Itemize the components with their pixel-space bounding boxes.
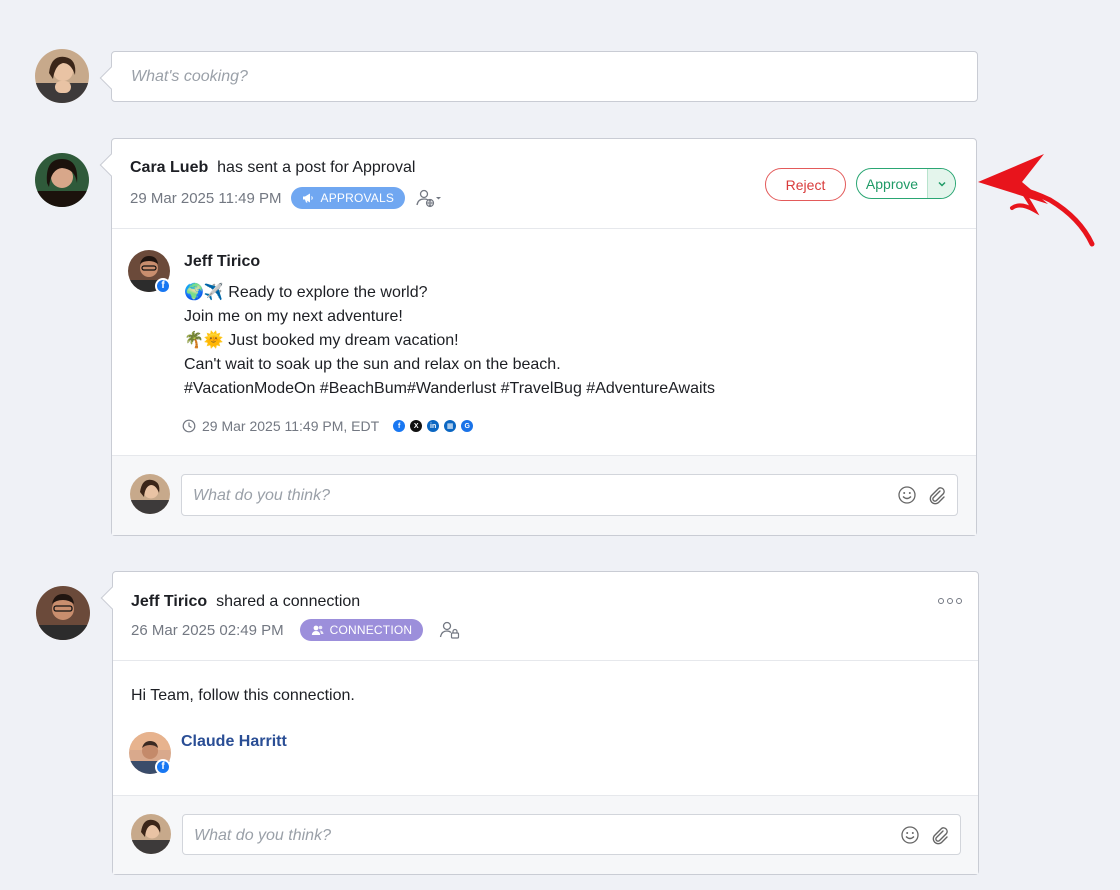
facebook-badge-icon: f bbox=[155, 759, 171, 775]
attachment-icon[interactable] bbox=[927, 485, 947, 505]
post-line: Can't wait to soak up the sun and relax … bbox=[184, 356, 561, 373]
linkedin-icon: in bbox=[427, 420, 440, 432]
linkedin-page-icon: ▦ bbox=[444, 420, 457, 432]
action-text: has sent a post for Approval bbox=[217, 159, 416, 176]
facebook-badge-icon: f bbox=[155, 278, 171, 294]
google-business-icon: G bbox=[461, 420, 474, 432]
approvals-badge-label: APPROVALS bbox=[320, 191, 395, 205]
sender-name[interactable]: Cara Lueb bbox=[130, 159, 208, 176]
emoji-icon[interactable] bbox=[897, 485, 917, 505]
comment-bar: What do you think? bbox=[112, 455, 976, 535]
current-user-avatar bbox=[35, 49, 89, 103]
facebook-icon: f bbox=[393, 420, 406, 432]
post-line: #VacationModeOn #BeachBum#Wanderlust #Tr… bbox=[184, 380, 715, 397]
sender-name[interactable]: Jeff Tirico bbox=[131, 593, 207, 610]
post-line: 🌍✈️ Ready to explore the world? bbox=[184, 284, 428, 301]
post-author-name[interactable]: Jeff Tirico bbox=[184, 253, 260, 271]
comment-placeholder: What do you think? bbox=[194, 827, 331, 844]
action-text: shared a connection bbox=[216, 593, 361, 610]
connection-badge: CONNECTION bbox=[299, 619, 424, 641]
connection-message: Hi Team, follow this connection. bbox=[131, 687, 355, 704]
post-line: 🌴🌞 Just booked my dream vacation! bbox=[184, 332, 459, 349]
emoji-icon[interactable] bbox=[900, 825, 920, 845]
connection-post-card: Jeff Tirico shared a connection 26 Mar 2… bbox=[100, 571, 979, 875]
comment-placeholder: What do you think? bbox=[193, 487, 330, 504]
network-icons: f Xin ▦ G bbox=[393, 420, 474, 432]
users-icon bbox=[311, 625, 324, 635]
approve-button[interactable]: Approve bbox=[856, 168, 956, 199]
attachment-icon[interactable] bbox=[930, 825, 950, 845]
compose-placeholder: What's cooking? bbox=[131, 68, 248, 85]
post-line: Join me on my next adventure! bbox=[184, 308, 403, 325]
post-header: Cara Lueb has sent a post for Approval 2… bbox=[112, 139, 976, 229]
approvals-badge: APPROVALS bbox=[291, 187, 406, 209]
post-timestamp: 29 Mar 2025 11:49 PM bbox=[130, 189, 282, 207]
more-options-icon[interactable] bbox=[938, 598, 962, 604]
post-content: 🌍✈️ Ready to explore the world? Join me … bbox=[184, 281, 715, 401]
user-lock-icon[interactable] bbox=[439, 620, 461, 640]
sender-avatar bbox=[35, 153, 89, 207]
reject-label: Reject bbox=[785, 176, 826, 193]
commenter-avatar bbox=[131, 814, 171, 854]
approve-label: Approve bbox=[865, 175, 919, 192]
user-visibility-icon[interactable] bbox=[415, 188, 443, 208]
sender-avatar bbox=[36, 586, 90, 640]
x-icon: X bbox=[410, 420, 423, 432]
scheduled-time: 29 Mar 2025 11:49 PM, EDT bbox=[202, 418, 380, 434]
comment-input[interactable]: What do you think? bbox=[182, 814, 961, 855]
annotation-arrow-icon bbox=[978, 154, 1095, 247]
comment-input[interactable]: What do you think? bbox=[181, 474, 958, 516]
comment-bar: What do you think? bbox=[113, 795, 978, 874]
post-preview: f Jeff Tirico 🌍✈️ Ready to explore the w… bbox=[112, 229, 976, 457]
connection-name-link[interactable]: Claude Harritt bbox=[181, 733, 287, 751]
connection-content: Hi Team, follow this connection. f Claud… bbox=[113, 661, 978, 797]
commenter-avatar bbox=[130, 474, 170, 514]
approval-post-card: Cara Lueb has sent a post for Approval 2… bbox=[99, 138, 977, 536]
connection-badge-label: CONNECTION bbox=[329, 623, 413, 637]
approve-options-dropdown[interactable] bbox=[927, 169, 955, 198]
schedule-info: 29 Mar 2025 11:49 PM, EDT f Xin ▦ G bbox=[182, 418, 474, 434]
post-timestamp: 26 Mar 2025 02:49 PM bbox=[131, 621, 284, 639]
clock-icon bbox=[182, 419, 196, 433]
post-header: Jeff Tirico shared a connection 26 Mar 2… bbox=[113, 572, 978, 661]
reject-button[interactable]: Reject bbox=[765, 168, 846, 201]
compose-box[interactable]: What's cooking? bbox=[99, 51, 978, 102]
megaphone-icon bbox=[303, 193, 314, 203]
chevron-down-icon bbox=[937, 181, 946, 187]
